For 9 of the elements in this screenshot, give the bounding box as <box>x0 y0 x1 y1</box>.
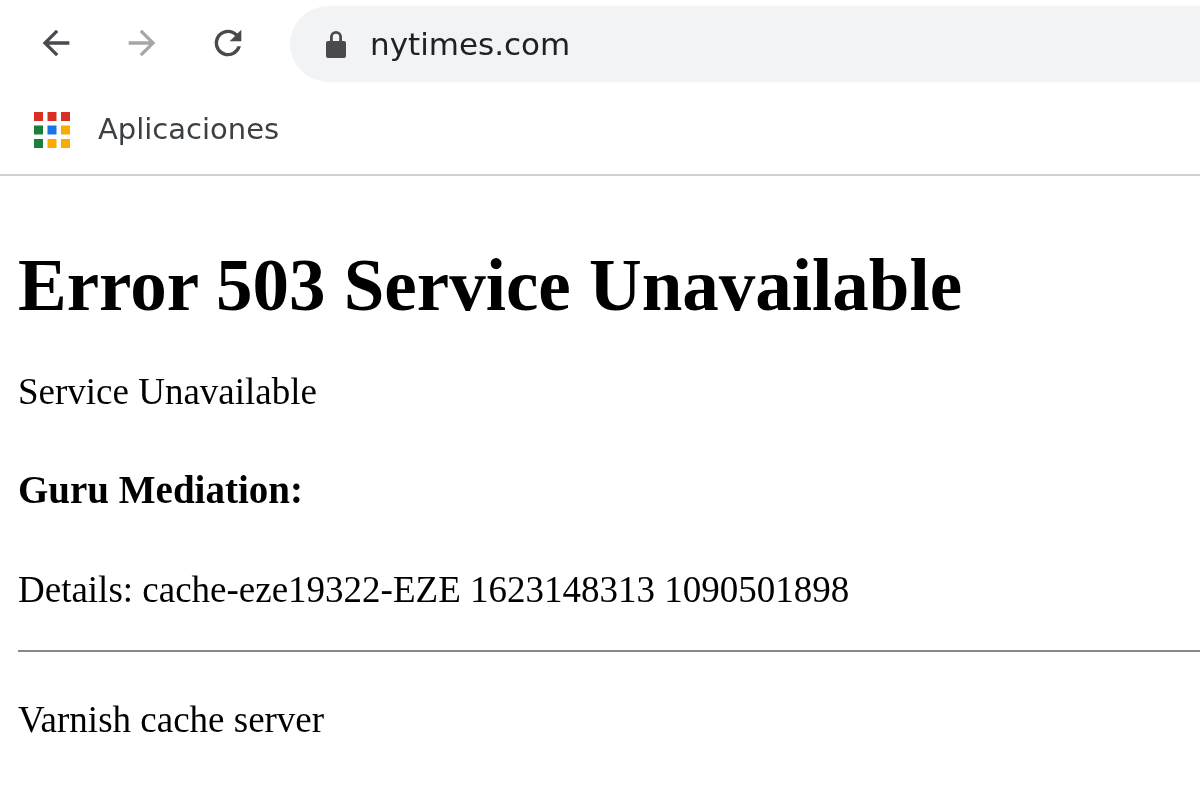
server-footer: Varnish cache server <box>18 698 1200 743</box>
bookmark-link[interactable]: Aplicaciones <box>34 108 280 152</box>
details-text: Details: cache-eze19322-EZE 1623148313 1090501898 <box>18 567 851 612</box>
error-heading: Error 503 Service Unavailable <box>18 244 964 328</box>
error-message: Service Unavailable <box>18 369 318 414</box>
section-heading: Guru Mediation: <box>18 467 304 513</box>
address-bar[interactable]: nytimes.com <box>290 6 1200 82</box>
apps-grid-icon <box>34 112 70 148</box>
lock-icon <box>324 29 348 59</box>
